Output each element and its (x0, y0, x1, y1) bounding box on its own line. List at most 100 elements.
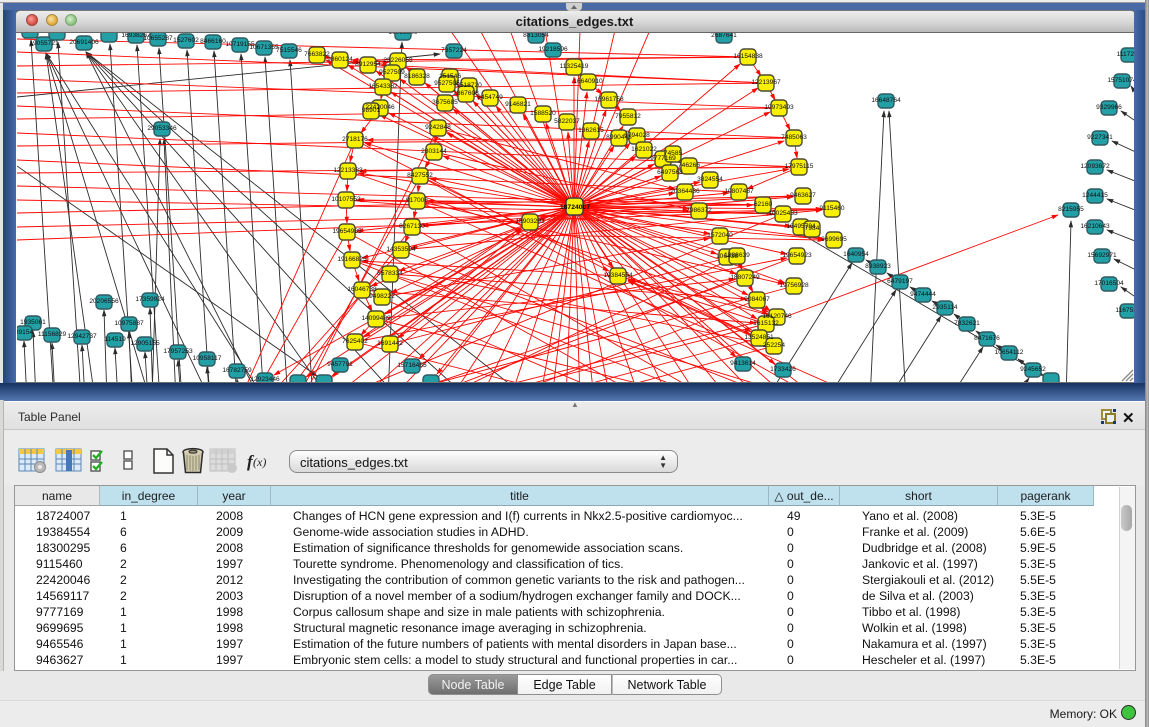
svg-text:12213383: 12213383 (333, 167, 363, 174)
svg-text:19384554: 19384554 (603, 272, 633, 279)
svg-text:11156829: 11156829 (38, 331, 67, 338)
svg-text:8267130: 8267130 (399, 223, 425, 230)
svg-text:19654923: 19654923 (782, 252, 812, 259)
svg-text:10107553: 10107553 (331, 196, 361, 203)
svg-text:1733426: 1733426 (770, 366, 796, 373)
svg-text:1527602: 1527602 (173, 37, 199, 44)
svg-text:17359924: 17359924 (135, 296, 165, 303)
svg-text:7357224: 7357224 (441, 47, 467, 54)
svg-text:9245652: 9245652 (1020, 366, 1046, 373)
svg-text:9527509: 9527509 (379, 69, 405, 76)
svg-text:16033809: 16033809 (388, 33, 418, 36)
svg-text:3824554: 3824554 (697, 176, 723, 183)
svg-text:62160: 62160 (754, 201, 773, 208)
svg-text:746266: 746266 (678, 162, 700, 169)
svg-text:8186328: 8186328 (404, 73, 430, 80)
svg-text:1588520: 1588520 (530, 110, 556, 117)
svg-text:3675685: 3675685 (432, 99, 458, 106)
svg-text:9227341: 9227341 (1087, 134, 1113, 141)
svg-text:14099489: 14099489 (361, 315, 391, 322)
svg-text:6479197: 6479197 (887, 278, 913, 285)
svg-text:16648764: 16648764 (871, 97, 901, 104)
svg-text:1935061: 1935061 (20, 319, 46, 326)
svg-text:8471676: 8471676 (974, 335, 1000, 342)
svg-text:10654112: 10654112 (995, 349, 1024, 356)
svg-text:74585: 74585 (664, 150, 683, 157)
svg-text:2803144: 2803144 (421, 148, 447, 155)
svg-text:151546: 151546 (439, 73, 461, 80)
svg-text:2687641: 2687641 (711, 33, 737, 39)
svg-text:19218596: 19218596 (538, 46, 568, 53)
svg-text:8427552: 8427552 (407, 172, 433, 179)
svg-text:8454749: 8454749 (477, 94, 503, 101)
svg-text:18903293: 18903293 (515, 218, 545, 225)
svg-text:20206556: 20206556 (89, 298, 119, 305)
svg-text:7832621: 7832621 (954, 320, 980, 327)
svg-text:16782759: 16782759 (222, 367, 252, 374)
svg-text:9413614: 9413614 (730, 360, 756, 367)
svg-text:18807249: 18807249 (730, 274, 760, 281)
svg-text:9860124: 9860124 (327, 56, 353, 63)
svg-text:16640910: 16640910 (573, 78, 603, 85)
svg-text:19055721: 19055721 (29, 40, 59, 47)
svg-text:1362615: 1362615 (578, 127, 604, 134)
svg-text:2867608: 2867608 (453, 90, 479, 97)
svg-text:19756928: 19756928 (779, 282, 809, 289)
svg-text:18724007: 18724007 (560, 204, 590, 211)
svg-text:2935114: 2935114 (932, 304, 958, 311)
svg-text:10807487: 10807487 (724, 188, 754, 195)
svg-text:1388639: 1388639 (724, 252, 750, 259)
svg-text:12942737: 12942737 (67, 333, 97, 340)
svg-text:(x): (x) (253, 455, 266, 469)
svg-text:15751074: 15751074 (1107, 77, 1134, 84)
svg-text:9699695: 9699695 (821, 236, 847, 243)
svg-text:9457791: 9457791 (327, 361, 353, 368)
svg-text:8466160: 8466160 (200, 38, 226, 45)
svg-text:12923446: 12923446 (250, 376, 280, 382)
svg-text:1691442: 1691442 (377, 340, 403, 347)
svg-text:16543382: 16543382 (368, 83, 398, 90)
svg-text:5822037: 5822037 (554, 118, 580, 125)
svg-text:7625402: 7625402 (342, 338, 368, 345)
svg-text:10655287: 10655287 (143, 35, 173, 42)
svg-text:16154838: 16154838 (733, 53, 763, 60)
svg-text:7955812: 7955812 (615, 113, 641, 120)
svg-text:8813054: 8813054 (523, 33, 549, 39)
svg-text:16210643: 16210643 (1080, 223, 1110, 230)
svg-text:16120746: 16120746 (762, 313, 792, 320)
svg-text:39154: 39154 (17, 329, 33, 336)
svg-text:8215955: 8215955 (1058, 206, 1084, 213)
svg-text:9115460: 9115460 (819, 205, 845, 212)
svg-text:9329966: 9329966 (1096, 104, 1122, 111)
svg-text:1640954: 1640954 (843, 251, 869, 258)
svg-text:10025433: 10025433 (768, 210, 798, 217)
svg-text:10958117: 10958117 (193, 355, 222, 362)
svg-text:1117234: 1117234 (1117, 51, 1134, 58)
svg-text:1615132: 1615132 (753, 320, 779, 327)
svg-text:12093672: 12093672 (1080, 163, 1110, 170)
svg-text:20691406: 20691406 (69, 39, 99, 46)
svg-text:10671355: 10671355 (249, 44, 279, 51)
svg-text:917006: 917006 (406, 197, 428, 204)
svg-text:15692971: 15692971 (1087, 252, 1117, 259)
svg-text:7984: 7984 (805, 225, 820, 232)
svg-text:15716485: 15716485 (397, 362, 427, 369)
svg-text:12213967: 12213967 (751, 79, 781, 86)
svg-text:7485063: 7485063 (781, 134, 807, 141)
svg-text:23226058: 23226058 (383, 57, 413, 64)
svg-text:7986372: 7986372 (686, 207, 712, 214)
svg-text:114519: 114519 (104, 336, 126, 343)
svg-text:17016504: 17016504 (1094, 280, 1124, 287)
svg-text:16961758: 16961758 (594, 96, 624, 103)
svg-text:9474444: 9474444 (910, 291, 936, 298)
svg-text:1167534: 1167534 (1115, 307, 1134, 314)
svg-text:8938923: 8938923 (865, 263, 891, 270)
svg-text:9242848: 9242848 (425, 124, 451, 131)
svg-text:16046738: 16046738 (347, 286, 377, 293)
svg-text:2718176: 2718176 (342, 136, 368, 143)
svg-text:29053346: 29053346 (147, 125, 177, 132)
svg-text:11325419: 11325419 (560, 63, 589, 70)
svg-text:17975115: 17975115 (785, 163, 814, 170)
svg-text:9463627: 9463627 (790, 192, 816, 199)
svg-text:6497568: 6497568 (657, 169, 683, 176)
